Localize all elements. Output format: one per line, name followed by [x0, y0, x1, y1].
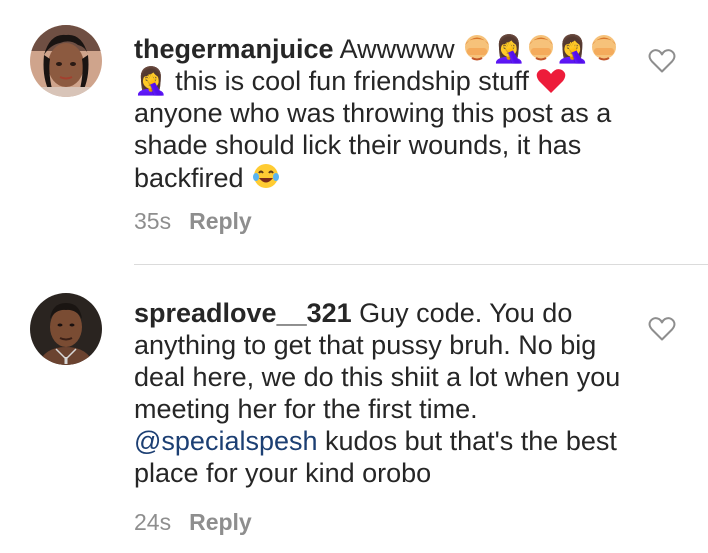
missing-glyph: 🤦‍♀️ [492, 34, 526, 64]
missing-glyph: 🤦‍♀️ [555, 34, 590, 64]
comment-meta: 24s Reply [134, 508, 252, 536]
red-heart-emoji [536, 68, 566, 94]
woman-facepalming-emoji [589, 32, 619, 62]
avatar[interactable] [30, 25, 102, 97]
comment-item: thegermanjuice Awwwww 🤦‍♀️ 🤦‍♀️ 🤦‍♀️ this … [0, 0, 708, 264]
heart-icon[interactable] [648, 316, 676, 342]
missing-glyph: 🤦‍♀️ [134, 66, 168, 96]
woman-facepalming-emoji [462, 32, 492, 62]
comment-text: spreadlove__321 Guy code. You do anythin… [134, 297, 634, 489]
reply-button[interactable]: Reply [189, 208, 252, 234]
reply-button[interactable]: Reply [189, 509, 252, 535]
woman-facepalming-emoji [526, 32, 556, 62]
comment-body-text: this is cool fun friendship stuff [167, 66, 537, 96]
face-with-tears-of-joy-emoji [251, 161, 281, 191]
comment-username[interactable]: thegermanjuice [134, 34, 334, 64]
comment-username[interactable]: spreadlove__321 [134, 298, 352, 328]
avatar[interactable] [30, 293, 102, 365]
comment-body-text: anyone who was throwing this post as a s… [134, 98, 612, 193]
comment-timestamp: 24s [134, 509, 172, 535]
heart-icon[interactable] [648, 48, 676, 74]
comment-timestamp: 35s [134, 208, 172, 234]
comment-text: thegermanjuice Awwwww 🤦‍♀️ 🤦‍♀️ 🤦‍♀️ this … [134, 32, 634, 194]
comment-body-text: Awwwww [333, 34, 463, 64]
mention-link[interactable]: @specialspesh [134, 426, 318, 456]
comment-meta: 35s Reply [134, 207, 252, 235]
comment-item: spreadlove__321 Guy code. You do anythin… [0, 265, 708, 553]
